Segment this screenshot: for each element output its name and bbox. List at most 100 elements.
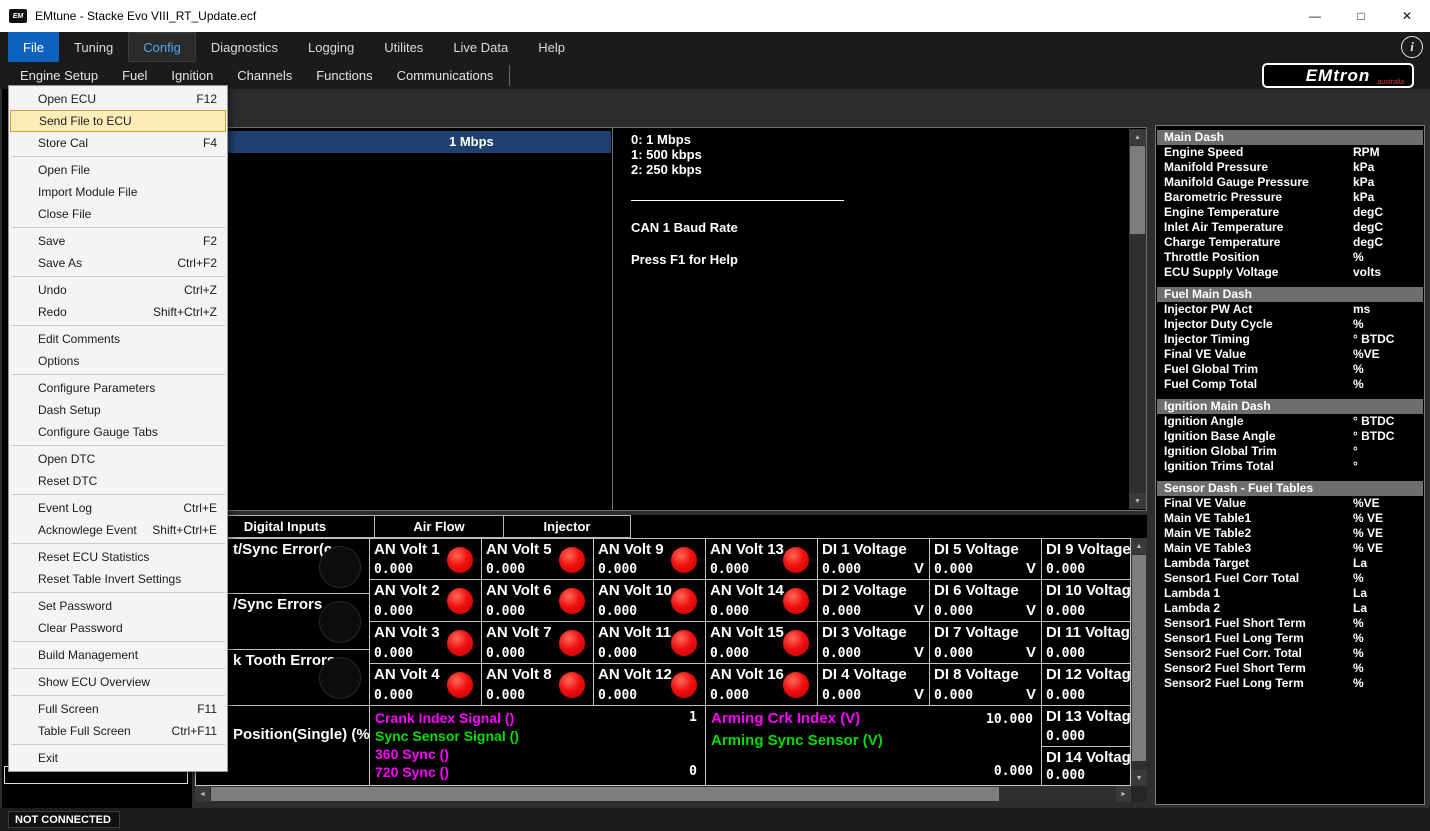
dash-row-lambda-2[interactable]: Lambda 2La bbox=[1156, 601, 1424, 616]
menu-item-full-screen[interactable]: Full ScreenF11 bbox=[9, 698, 227, 720]
an-volt-cell[interactable]: AN Volt 50.000 bbox=[482, 538, 594, 580]
dash-row-sensor1-fuel-short-term[interactable]: Sensor1 Fuel Short Term% bbox=[1156, 616, 1424, 631]
an-volt-cell[interactable]: AN Volt 90.000 bbox=[594, 538, 706, 580]
arming-cell[interactable]: Arming Crk Index (V)10.000Arming Sync Se… bbox=[706, 706, 1042, 786]
menu-item-undo[interactable]: UndoCtrl+Z bbox=[9, 279, 227, 301]
dash-row-sensor2-fuel-long-term[interactable]: Sensor2 Fuel Long Term% bbox=[1156, 676, 1424, 691]
di-volt-cell[interactable]: DI 6 Voltage0.000V bbox=[930, 580, 1042, 622]
menu-utilites[interactable]: Utilites bbox=[369, 32, 438, 62]
an-volt-cell[interactable]: AN Volt 10.000 bbox=[370, 538, 482, 580]
dash-row-fuel-global-trim[interactable]: Fuel Global Trim% bbox=[1156, 362, 1424, 377]
menu-item-reset-dtc[interactable]: Reset DTC bbox=[9, 470, 227, 492]
minimize-icon[interactable]: — bbox=[1292, 0, 1338, 32]
menu-live-data[interactable]: Live Data bbox=[438, 32, 523, 62]
dash-row-fuel-comp-total[interactable]: Fuel Comp Total% bbox=[1156, 377, 1424, 392]
di-volt-cell[interactable]: DI 4 Voltage0.000V bbox=[818, 664, 930, 706]
menu-item-options[interactable]: Options bbox=[9, 350, 227, 372]
an-volt-cell[interactable]: AN Volt 160.000 bbox=[706, 664, 818, 706]
dash-row-ignition-global-trim[interactable]: Ignition Global Trim° bbox=[1156, 444, 1424, 459]
scroll-thumb[interactable] bbox=[1132, 555, 1146, 761]
dash-row-ignition-angle[interactable]: Ignition Angle° BTDC bbox=[1156, 414, 1424, 429]
menu-item-event-log[interactable]: Event LogCtrl+E bbox=[9, 497, 227, 519]
an-volt-cell[interactable]: AN Volt 130.000 bbox=[706, 538, 818, 580]
dash-row-lambda-target[interactable]: Lambda TargetLa bbox=[1156, 556, 1424, 571]
menu-item-acknowlege-event[interactable]: Acknowlege EventShift+Ctrl+E bbox=[9, 519, 227, 541]
an-volt-cell[interactable]: AN Volt 40.000 bbox=[370, 664, 482, 706]
top-panel-scrollbar[interactable]: ▲ ▼ bbox=[1129, 129, 1146, 509]
menu-item-open-file[interactable]: Open File bbox=[9, 159, 227, 181]
dash-row-engine-speed[interactable]: Engine SpeedRPM bbox=[1156, 145, 1424, 160]
menu-item-show-ecu-overview[interactable]: Show ECU Overview bbox=[9, 671, 227, 693]
an-volt-cell[interactable]: AN Volt 100.000 bbox=[594, 580, 706, 622]
scroll-up-icon[interactable]: ▲ bbox=[1131, 538, 1147, 554]
an-volt-cell[interactable]: AN Volt 30.000 bbox=[370, 622, 482, 664]
tab-air-flow[interactable]: Air Flow bbox=[374, 515, 504, 538]
di-volt-cell[interactable]: DI 14 Voltag0.000 bbox=[1042, 747, 1131, 786]
menu-item-exit[interactable]: Exit bbox=[9, 747, 227, 769]
dash-row-injector-duty-cycle[interactable]: Injector Duty Cycle% bbox=[1156, 317, 1424, 332]
dash-row-main-ve-table1[interactable]: Main VE Table1% VE bbox=[1156, 511, 1424, 526]
dash-row-ecu-supply-voltage[interactable]: ECU Supply Voltagevolts bbox=[1156, 265, 1424, 280]
scroll-right-icon[interactable]: ► bbox=[1116, 786, 1131, 802]
menu-item-store-cal[interactable]: Store CalF4 bbox=[9, 132, 227, 154]
menu-item-reset-ecu-statistics[interactable]: Reset ECU Statistics bbox=[9, 546, 227, 568]
menu-diagnostics[interactable]: Diagnostics bbox=[196, 32, 293, 62]
scroll-thumb[interactable] bbox=[211, 787, 999, 801]
scroll-down-icon[interactable]: ▼ bbox=[1131, 770, 1147, 786]
dash-row-injector-timing[interactable]: Injector Timing° BTDC bbox=[1156, 332, 1424, 347]
menu-item-save-as[interactable]: Save AsCtrl+F2 bbox=[9, 252, 227, 274]
dash-row-charge-temperature[interactable]: Charge TemperaturedegC bbox=[1156, 235, 1424, 250]
an-volt-cell[interactable]: AN Volt 140.000 bbox=[706, 580, 818, 622]
dash-row-manifold-gauge-pressure[interactable]: Manifold Gauge PressurekPa bbox=[1156, 175, 1424, 190]
dash-row-engine-temperature[interactable]: Engine TemperaturedegC bbox=[1156, 205, 1424, 220]
info-icon[interactable]: i bbox=[1401, 36, 1423, 58]
menu-item-dash-setup[interactable]: Dash Setup bbox=[9, 399, 227, 421]
trigger-signal-cell[interactable]: Crank Index Signal ()1Sync Sensor Signal… bbox=[370, 706, 706, 786]
dash-row-ignition-trims-total[interactable]: Ignition Trims Total° bbox=[1156, 459, 1424, 474]
param-list[interactable]: 1 Mbps bbox=[196, 128, 613, 510]
submenu-communications[interactable]: Communications bbox=[385, 62, 506, 89]
menu-item-redo[interactable]: RedoShift+Ctrl+Z bbox=[9, 301, 227, 323]
an-volt-cell[interactable]: AN Volt 20.000 bbox=[370, 580, 482, 622]
scroll-up-icon[interactable]: ▲ bbox=[1129, 129, 1146, 145]
menu-item-clear-password[interactable]: Clear Password bbox=[9, 617, 227, 639]
an-volt-cell[interactable]: AN Volt 60.000 bbox=[482, 580, 594, 622]
dash-row-main-ve-table3[interactable]: Main VE Table3% VE bbox=[1156, 541, 1424, 556]
di-volt-cell[interactable]: DI 3 Voltage0.000V bbox=[818, 622, 930, 664]
dash-row-injector-pw-act[interactable]: Injector PW Actms bbox=[1156, 302, 1424, 317]
menu-help[interactable]: Help bbox=[523, 32, 580, 62]
an-volt-cell[interactable]: AN Volt 120.000 bbox=[594, 664, 706, 706]
submenu-functions[interactable]: Functions bbox=[304, 62, 384, 89]
dash-row-main-ve-table2[interactable]: Main VE Table2% VE bbox=[1156, 526, 1424, 541]
menu-item-open-dtc[interactable]: Open DTC bbox=[9, 448, 227, 470]
an-volt-cell[interactable]: AN Volt 80.000 bbox=[482, 664, 594, 706]
menu-item-configure-gauge-tabs[interactable]: Configure Gauge Tabs bbox=[9, 421, 227, 443]
dash-row-sensor1-fuel-corr-total[interactable]: Sensor1 Fuel Corr Total% bbox=[1156, 571, 1424, 586]
menu-item-close-file[interactable]: Close File bbox=[9, 203, 227, 225]
menu-file[interactable]: File bbox=[8, 32, 59, 62]
dash-row-final-ve-value[interactable]: Final VE Value%VE bbox=[1156, 347, 1424, 362]
di-volt-cell[interactable]: DI 5 Voltage0.000V bbox=[930, 538, 1042, 580]
di-volt-cell[interactable]: DI 8 Voltage0.000V bbox=[930, 664, 1042, 706]
dash-row-manifold-pressure[interactable]: Manifold PressurekPa bbox=[1156, 160, 1424, 175]
menu-item-reset-table-invert-settings[interactable]: Reset Table Invert Settings bbox=[9, 568, 227, 590]
menu-item-open-ecu[interactable]: Open ECUF12 bbox=[9, 88, 227, 110]
scroll-thumb[interactable] bbox=[1130, 146, 1145, 234]
submenu-channels[interactable]: Channels bbox=[225, 62, 304, 89]
di-volt-cell[interactable]: DI 1 Voltage0.000V bbox=[818, 538, 930, 580]
menu-item-edit-comments[interactable]: Edit Comments bbox=[9, 328, 227, 350]
menu-item-import-module-file[interactable]: Import Module File bbox=[9, 181, 227, 203]
scroll-down-icon[interactable]: ▼ bbox=[1129, 493, 1146, 509]
menu-item-save[interactable]: SaveF2 bbox=[9, 230, 227, 252]
an-volt-cell[interactable]: AN Volt 150.000 bbox=[706, 622, 818, 664]
dash-row-sensor2-fuel-corr-total[interactable]: Sensor2 Fuel Corr. Total% bbox=[1156, 646, 1424, 661]
selected-param-row[interactable]: 1 Mbps bbox=[197, 131, 611, 153]
dash-row-barometric-pressure[interactable]: Barometric PressurekPa bbox=[1156, 190, 1424, 205]
dash-row-sensor2-fuel-short-term[interactable]: Sensor2 Fuel Short Term% bbox=[1156, 661, 1424, 676]
maximize-icon[interactable]: □ bbox=[1338, 0, 1384, 32]
menu-tuning[interactable]: Tuning bbox=[59, 32, 128, 62]
menu-item-table-full-screen[interactable]: Table Full ScreenCtrl+F11 bbox=[9, 720, 227, 742]
dash-row-inlet-air-temperature[interactable]: Inlet Air TemperaturedegC bbox=[1156, 220, 1424, 235]
an-volt-cell[interactable]: AN Volt 70.000 bbox=[482, 622, 594, 664]
tab-injector[interactable]: Injector bbox=[503, 515, 631, 538]
